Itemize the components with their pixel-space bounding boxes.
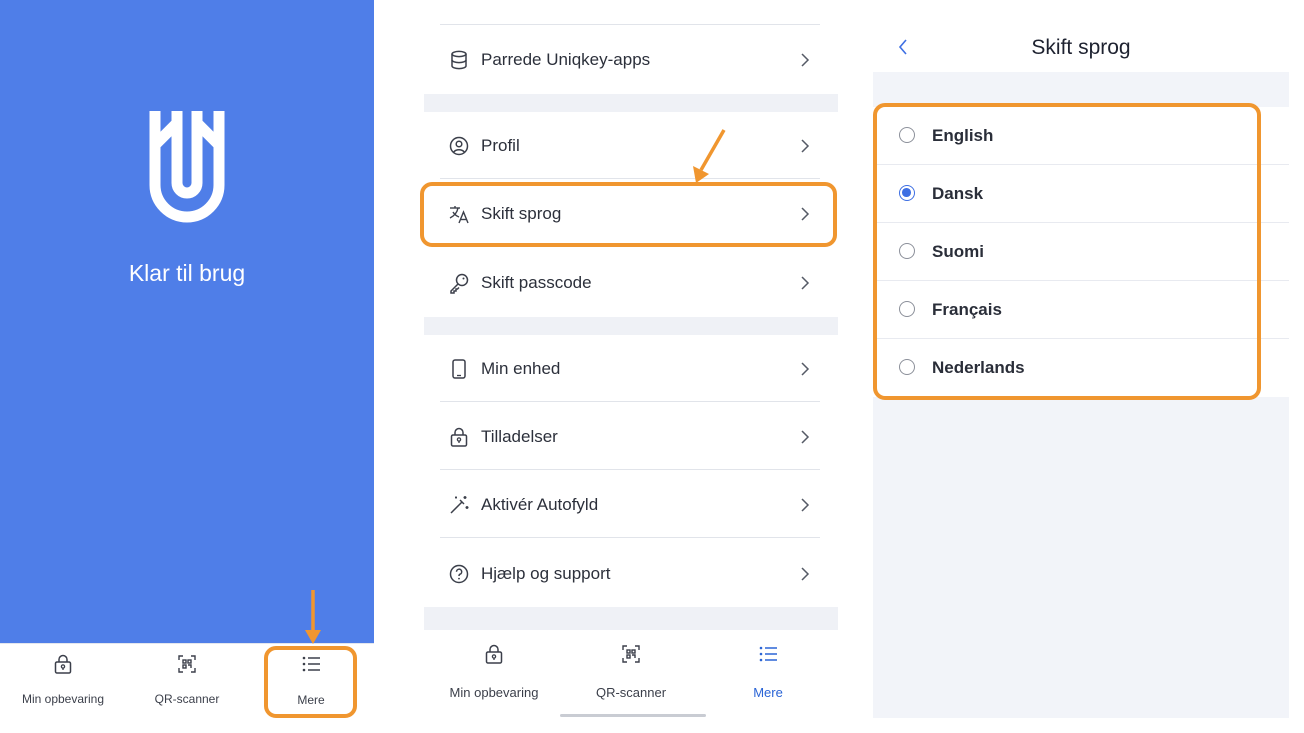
status-text: Klar til brug	[128, 260, 246, 286]
more-menu-screen: Parrede Uniqkey-apps Profil Skift sprog …	[424, 0, 838, 718]
chevron-right-icon	[801, 207, 810, 221]
menu-item-label: Skift sprog	[481, 204, 562, 223]
tab-label: Min opbevaring	[21, 692, 105, 706]
language-option-dansk[interactable]: Dansk	[873, 165, 1289, 223]
tab-qr-scanner[interactable]: QR-scanner	[122, 644, 252, 718]
tab-label: QR-scanner	[595, 685, 667, 700]
tab-bar: Min opbevaring QR-scanner Mere	[424, 630, 838, 718]
language-option-suomi[interactable]: Suomi	[873, 223, 1289, 281]
menu-item-label: Profil	[481, 136, 520, 155]
radio-button[interactable]	[899, 243, 915, 259]
tab-label: Min opbevaring	[449, 685, 539, 700]
lock-icon	[54, 654, 72, 674]
menu-item-skift-passcode[interactable]: Skift passcode	[440, 249, 820, 316]
radio-button-selected[interactable]	[899, 185, 915, 201]
tab-label: Mere	[753, 685, 783, 700]
help-circle-icon	[449, 564, 469, 584]
language-label: English	[932, 126, 994, 145]
divider	[440, 24, 820, 25]
list-icon	[302, 656, 320, 672]
language-option-francais[interactable]: Français	[873, 281, 1289, 339]
radio-button[interactable]	[899, 301, 915, 317]
menu-item-hjaelp-og-support[interactable]: Hjælp og support	[440, 540, 820, 607]
menu-item-aktiver-autofyld[interactable]: Aktivér Autofyld	[440, 471, 820, 538]
magic-wand-icon	[450, 496, 469, 514]
tab-min-opbevaring[interactable]: Min opbevaring	[0, 644, 126, 718]
language-screen: Skift sprog English Dansk Suomi Français…	[873, 0, 1289, 718]
chevron-right-icon	[801, 430, 810, 444]
language-option-nederlands[interactable]: Nederlands	[873, 339, 1289, 397]
menu-item-label: Tilladelser	[481, 427, 558, 446]
database-icon	[451, 50, 467, 70]
tutorial-composite: Klar til brug Min opbevaring QR-scanner …	[0, 0, 1304, 733]
tab-qr-scanner[interactable]: QR-scanner	[561, 630, 701, 705]
translate-icon	[449, 206, 469, 224]
tab-label: QR-scanner	[154, 692, 220, 706]
lock-icon	[485, 644, 503, 664]
language-label: Suomi	[932, 242, 984, 261]
key-icon	[450, 273, 469, 294]
language-label: Nederlands	[932, 358, 1025, 377]
language-label: Dansk	[932, 184, 984, 203]
qr-scan-icon	[622, 645, 640, 663]
nav-header: Skift sprog	[873, 0, 1289, 72]
language-option-english[interactable]: English	[873, 107, 1289, 165]
menu-item-min-enhed[interactable]: Min enhed	[440, 335, 820, 402]
phone-icon	[452, 359, 466, 379]
menu-item-label: Hjælp og support	[481, 564, 611, 583]
tab-mere-active[interactable]: Mere	[698, 630, 838, 705]
user-circle-icon	[449, 136, 469, 156]
splash-screen: Klar til brug Min opbevaring QR-scanner …	[0, 0, 374, 718]
chevron-right-icon	[801, 362, 810, 376]
chevron-right-icon	[801, 276, 810, 290]
chevron-right-icon	[801, 567, 810, 581]
menu-item-skift-sprog[interactable]: Skift sprog	[440, 180, 820, 247]
menu-item-profil[interactable]: Profil	[440, 112, 820, 179]
top-spacer	[424, 0, 838, 24]
chevron-right-icon	[801, 139, 810, 153]
menu-item-tilladelser[interactable]: Tilladelser	[440, 403, 820, 470]
tab-bar: Min opbevaring QR-scanner Mere	[0, 643, 374, 718]
menu-item-label: Aktivér Autofyld	[481, 495, 599, 514]
language-label: Français	[932, 300, 1002, 319]
tab-min-opbevaring[interactable]: Min opbevaring	[424, 630, 564, 705]
qr-scan-icon	[178, 655, 196, 673]
radio-button[interactable]	[899, 359, 915, 375]
radio-button[interactable]	[899, 127, 915, 143]
section-separator	[424, 317, 838, 335]
menu-item-parrede-apps[interactable]: Parrede Uniqkey-apps	[440, 26, 820, 93]
chevron-right-icon	[801, 53, 810, 67]
section-separator	[424, 94, 838, 112]
lock-icon	[450, 427, 468, 447]
menu-item-label: Skift passcode	[481, 273, 592, 292]
section-separator	[424, 607, 838, 630]
uniqkey-logo-icon	[149, 111, 225, 223]
language-list: English Dansk Suomi Français Nederlands	[873, 107, 1289, 397]
home-indicator	[560, 714, 706, 717]
tab-mere[interactable]: Mere	[248, 644, 374, 718]
tab-label: Mere	[297, 693, 325, 707]
page-title: Skift sprog	[1031, 36, 1131, 59]
menu-item-label: Parrede Uniqkey-apps	[481, 50, 651, 69]
menu-item-label: Min enhed	[481, 359, 561, 378]
chevron-right-icon	[801, 498, 810, 512]
list-icon	[759, 646, 777, 662]
